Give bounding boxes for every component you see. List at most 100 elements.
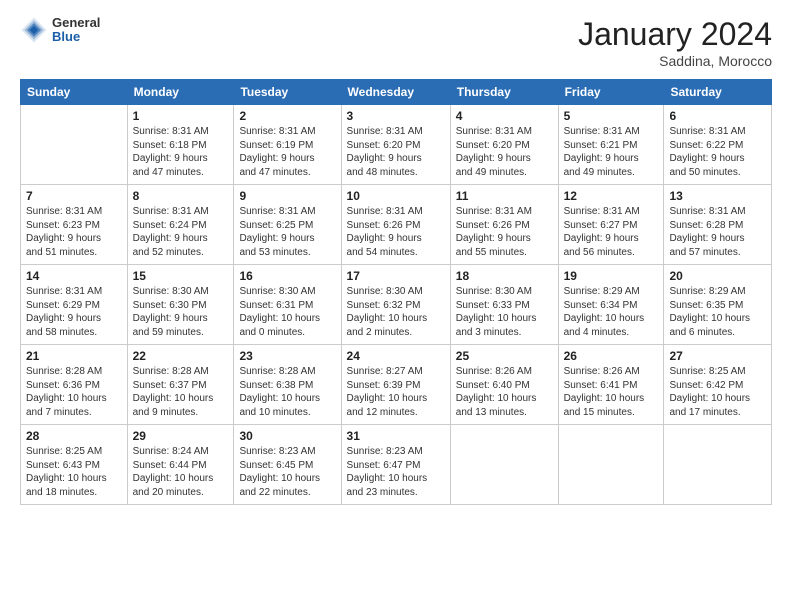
day-cell: 28 Sunrise: 8:25 AMSunset: 6:43 PMDayligh… <box>21 425 128 505</box>
logo: General Blue <box>20 16 100 45</box>
day-info: Sunrise: 8:31 AMSunset: 6:21 PMDaylight:… <box>564 125 659 179</box>
column-header-saturday: Saturday <box>664 80 772 105</box>
logo-icon <box>20 16 48 44</box>
day-number: 6 <box>669 109 766 123</box>
day-info: Sunrise: 8:24 AMSunset: 6:44 PMDaylight:… <box>133 445 229 499</box>
day-number: 12 <box>564 189 659 203</box>
day-info: Sunrise: 8:31 AMSunset: 6:23 PMDaylight:… <box>26 205 122 259</box>
day-number: 24 <box>347 349 445 363</box>
day-number: 26 <box>564 349 659 363</box>
day-cell: 20 Sunrise: 8:29 AMSunset: 6:35 PMDayligh… <box>664 265 772 345</box>
day-cell: 15Sunrise: 8:30 AMSunset: 6:30 PMDayligh… <box>127 265 234 345</box>
day-cell <box>21 105 128 185</box>
day-cell: 13Sunrise: 8:31 AMSunset: 6:28 PMDayligh… <box>664 185 772 265</box>
day-info: Sunrise: 8:26 AMSunset: 6:41 PMDaylight:… <box>564 365 659 419</box>
day-info: Sunrise: 8:26 AMSunset: 6:40 PMDaylight:… <box>456 365 553 419</box>
day-cell: 6 Sunrise: 8:31 AMSunset: 6:22 PMDaylight… <box>664 105 772 185</box>
day-cell: 1 Sunrise: 8:31 AMSunset: 6:18 PMDaylight… <box>127 105 234 185</box>
day-info: Sunrise: 8:28 AMSunset: 6:38 PMDaylight:… <box>239 365 335 419</box>
day-info: Sunrise: 8:30 AMSunset: 6:30 PMDaylight:… <box>133 285 229 339</box>
day-info: Sunrise: 8:31 AMSunset: 6:29 PMDaylight:… <box>26 285 122 339</box>
day-number: 29 <box>133 429 229 443</box>
day-number: 22 <box>133 349 229 363</box>
day-cell: 22Sunrise: 8:28 AMSunset: 6:37 PMDayligh… <box>127 345 234 425</box>
day-cell <box>664 425 772 505</box>
day-info: Sunrise: 8:30 AMSunset: 6:31 PMDaylight:… <box>239 285 335 339</box>
column-header-sunday: Sunday <box>21 80 128 105</box>
day-cell: 11 Sunrise: 8:31 AMSunset: 6:26 PMDayligh… <box>450 185 558 265</box>
logo-general-text: General <box>52 16 100 30</box>
day-cell: 14Sunrise: 8:31 AMSunset: 6:29 PMDayligh… <box>21 265 128 345</box>
day-cell: 3 Sunrise: 8:31 AMSunset: 6:20 PMDaylight… <box>341 105 450 185</box>
day-number: 1 <box>133 109 229 123</box>
day-info: Sunrise: 8:25 AMSunset: 6:42 PMDaylight:… <box>669 365 766 419</box>
day-info: Sunrise: 8:29 AMSunset: 6:34 PMDaylight:… <box>564 285 659 339</box>
week-row-3: 14Sunrise: 8:31 AMSunset: 6:29 PMDayligh… <box>21 265 772 345</box>
day-info: Sunrise: 8:31 AMSunset: 6:24 PMDaylight:… <box>133 205 229 259</box>
day-info: Sunrise: 8:31 AMSunset: 6:20 PMDaylight:… <box>347 125 445 179</box>
day-number: 5 <box>564 109 659 123</box>
header-row: SundayMondayTuesdayWednesdayThursdayFrid… <box>21 80 772 105</box>
day-cell: 27 Sunrise: 8:25 AMSunset: 6:42 PMDayligh… <box>664 345 772 425</box>
day-cell: 24 Sunrise: 8:27 AMSunset: 6:39 PMDayligh… <box>341 345 450 425</box>
week-row-5: 28 Sunrise: 8:25 AMSunset: 6:43 PMDayligh… <box>21 425 772 505</box>
day-number: 28 <box>26 429 122 443</box>
column-header-monday: Monday <box>127 80 234 105</box>
day-info: Sunrise: 8:31 AMSunset: 6:26 PMDaylight:… <box>347 205 445 259</box>
day-cell: 29 Sunrise: 8:24 AMSunset: 6:44 PMDayligh… <box>127 425 234 505</box>
day-number: 20 <box>669 269 766 283</box>
header: General Blue January 2024 Saddina, Moroc… <box>20 16 772 69</box>
day-cell: 12 Sunrise: 8:31 AMSunset: 6:27 PMDayligh… <box>558 185 664 265</box>
day-number: 16 <box>239 269 335 283</box>
day-info: Sunrise: 8:28 AMSunset: 6:36 PMDaylight:… <box>26 365 122 419</box>
column-header-wednesday: Wednesday <box>341 80 450 105</box>
day-number: 27 <box>669 349 766 363</box>
day-cell: 25 Sunrise: 8:26 AMSunset: 6:40 PMDayligh… <box>450 345 558 425</box>
day-info: Sunrise: 8:30 AMSunset: 6:33 PMDaylight:… <box>456 285 553 339</box>
day-info: Sunrise: 8:29 AMSunset: 6:35 PMDaylight:… <box>669 285 766 339</box>
day-cell: 16 Sunrise: 8:30 AMSunset: 6:31 PMDayligh… <box>234 265 341 345</box>
day-cell: 10Sunrise: 8:31 AMSunset: 6:26 PMDayligh… <box>341 185 450 265</box>
day-cell <box>558 425 664 505</box>
day-cell: 4Sunrise: 8:31 AMSunset: 6:20 PMDaylight… <box>450 105 558 185</box>
day-number: 25 <box>456 349 553 363</box>
day-info: Sunrise: 8:25 AMSunset: 6:43 PMDaylight:… <box>26 445 122 499</box>
day-cell: 7 Sunrise: 8:31 AMSunset: 6:23 PMDaylight… <box>21 185 128 265</box>
day-cell: 30Sunrise: 8:23 AMSunset: 6:45 PMDayligh… <box>234 425 341 505</box>
day-info: Sunrise: 8:27 AMSunset: 6:39 PMDaylight:… <box>347 365 445 419</box>
day-info: Sunrise: 8:23 AMSunset: 6:47 PMDaylight:… <box>347 445 445 499</box>
day-number: 11 <box>456 189 553 203</box>
day-cell <box>450 425 558 505</box>
day-number: 9 <box>239 189 335 203</box>
day-number: 19 <box>564 269 659 283</box>
month-title: January 2024 <box>578 16 772 53</box>
day-cell: 8Sunrise: 8:31 AMSunset: 6:24 PMDaylight… <box>127 185 234 265</box>
week-row-1: 1 Sunrise: 8:31 AMSunset: 6:18 PMDaylight… <box>21 105 772 185</box>
week-row-4: 21 Sunrise: 8:28 AMSunset: 6:36 PMDayligh… <box>21 345 772 425</box>
column-header-tuesday: Tuesday <box>234 80 341 105</box>
day-number: 13 <box>669 189 766 203</box>
day-number: 30 <box>239 429 335 443</box>
day-number: 31 <box>347 429 445 443</box>
day-info: Sunrise: 8:30 AMSunset: 6:32 PMDaylight:… <box>347 285 445 339</box>
day-info: Sunrise: 8:31 AMSunset: 6:19 PMDaylight:… <box>239 125 335 179</box>
day-info: Sunrise: 8:31 AMSunset: 6:20 PMDaylight:… <box>456 125 553 179</box>
day-number: 7 <box>26 189 122 203</box>
column-header-thursday: Thursday <box>450 80 558 105</box>
day-cell: 26 Sunrise: 8:26 AMSunset: 6:41 PMDayligh… <box>558 345 664 425</box>
day-info: Sunrise: 8:31 AMSunset: 6:18 PMDaylight:… <box>133 125 229 179</box>
logo-blue-text: Blue <box>52 30 100 44</box>
day-info: Sunrise: 8:31 AMSunset: 6:26 PMDaylight:… <box>456 205 553 259</box>
day-number: 21 <box>26 349 122 363</box>
day-number: 2 <box>239 109 335 123</box>
day-cell: 21 Sunrise: 8:28 AMSunset: 6:36 PMDayligh… <box>21 345 128 425</box>
day-info: Sunrise: 8:31 AMSunset: 6:27 PMDaylight:… <box>564 205 659 259</box>
day-info: Sunrise: 8:31 AMSunset: 6:22 PMDaylight:… <box>669 125 766 179</box>
page-container: General Blue January 2024 Saddina, Moroc… <box>0 0 792 515</box>
day-number: 3 <box>347 109 445 123</box>
day-number: 17 <box>347 269 445 283</box>
logo-text: General Blue <box>52 16 100 45</box>
day-cell: 5 Sunrise: 8:31 AMSunset: 6:21 PMDaylight… <box>558 105 664 185</box>
day-number: 23 <box>239 349 335 363</box>
day-cell: 2 Sunrise: 8:31 AMSunset: 6:19 PMDaylight… <box>234 105 341 185</box>
